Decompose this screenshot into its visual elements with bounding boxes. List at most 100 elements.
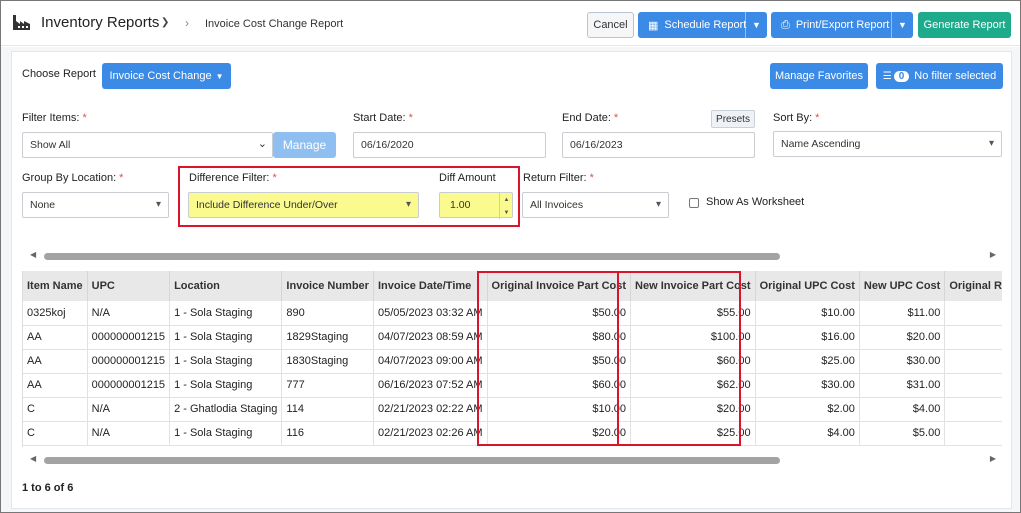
column-header[interactable]: Original Invoice Part Cost [487,271,632,301]
start-date-input[interactable]: 06/16/2020 [353,132,546,158]
chevron-down-icon[interactable]: ❯ [161,17,169,28]
calendar-icon: ▦ [648,19,659,32]
table-cell: 1 - Sola Staging [169,325,283,350]
table-cell: 1830Staging [281,349,374,374]
start-date-label: Start Date: * [353,112,413,124]
scroll-left-icon[interactable]: ◀ [30,250,36,259]
table-cell: 1829Staging [281,325,374,350]
table-row[interactable]: AA 000000001215 1 - Sola Staging 777 06/16/2… [23,373,1002,398]
column-header[interactable]: Invoice Number [281,271,374,301]
app-title[interactable]: Inventory Reports [41,14,159,31]
difference-filter-label: Difference Filter: * [189,172,277,184]
return-filter-value: All Invoices [530,199,584,211]
scroll-right-icon[interactable]: ▶ [990,250,996,259]
table-cell: 04/07/2023 09:00 AM [373,349,488,374]
table-cell: 000000001215 [87,349,171,374]
top-bar: Inventory Reports ❯ › Invoice Cost Chang… [1,1,1020,46]
table-cell: $60.00 [487,373,632,398]
table-cell: 116 [281,421,374,446]
table-row[interactable]: 0325koj N/A 1 - Sola Staging 890 05/05/2023 … [23,301,1002,326]
group-by-location-value: None [30,199,56,211]
show-as-worksheet-label[interactable]: Show As Worksheet [706,196,804,208]
column-header[interactable]: New Invoice Part Cost [630,271,756,301]
table-row[interactable]: C N/A 2 - Ghatlodia Staging 114 02/21/2023 0… [23,397,1002,422]
table-cell: $4.00 [755,421,860,446]
print-dropdown-chevron-icon[interactable]: ▼ [891,12,913,38]
table-cell: C [23,421,88,446]
table-cell: $11.00 [859,301,946,326]
table-cell: 000000001215 [87,373,171,398]
top-horizontal-scrollbar[interactable]: ◀ ▶ [22,248,1002,264]
column-header[interactable]: Original Retail P [944,271,1002,301]
table-cell: $20.00 [487,421,632,446]
presets-label: Presets [716,113,750,125]
manage-button[interactable]: Manage [273,132,336,158]
table-cell: AA [23,373,88,398]
scroll-right-icon[interactable]: ▶ [990,454,996,463]
table-cell: $30.00 [755,373,860,398]
end-date-input[interactable]: 06/16/2023 [562,132,755,158]
table-cell: $1 [944,421,1002,446]
group-by-location-label: Group By Location: * [22,172,124,184]
table-cell: AA [23,349,88,374]
table-cell: $10.00 [487,397,632,422]
column-header[interactable]: Invoice Date/Time [373,271,488,301]
column-header[interactable]: Item Name [23,271,88,301]
column-header[interactable]: Location [169,271,283,301]
schedule-dropdown-chevron-icon[interactable]: ▼ [745,12,767,38]
pagination-summary: 1 to 6 of 6 [22,482,74,494]
table-cell: $1 [944,397,1002,422]
generate-report-button[interactable]: Generate Report [918,12,1011,38]
diff-amount-stepper[interactable]: ▲ ▼ [499,193,513,219]
choose-report-dropdown[interactable]: Invoice Cost Change ▼ [102,63,231,89]
table-cell: $20.00 [859,325,946,350]
return-filter-select[interactable]: All Invoices [522,192,669,218]
chevron-down-icon: ⌄ [257,138,267,150]
difference-filter-select[interactable]: Include Difference Under/Over [188,192,419,218]
table-cell: 114 [281,397,374,422]
table-cell: $60.00 [630,349,756,374]
end-date-label: End Date: * [562,112,619,124]
choose-report-value: Invoice Cost Change [109,70,212,82]
table-row[interactable]: C N/A 1 - Sola Staging 116 02/21/2023 02:26 … [23,421,1002,446]
scrollbar-thumb[interactable] [44,253,780,260]
cancel-button[interactable]: Cancel [587,12,634,38]
column-header[interactable]: Original UPC Cost [755,271,860,301]
table-cell: $31.00 [859,373,946,398]
table-cell: $3 [944,373,1002,398]
table-cell: N/A [87,421,171,446]
sort-by-select[interactable]: Name Ascending [773,131,1002,157]
column-header[interactable]: New UPC Cost [859,271,946,301]
table-cell: 777 [281,373,374,398]
table-row[interactable]: AA 000000001215 1 - Sola Staging 1830Stagin… [23,349,1002,374]
manage-favorites-button[interactable]: Manage Favorites [770,63,868,89]
filter-items-select[interactable]: Show All ⌄ [22,132,273,158]
table-cell: 02/21/2023 02:22 AM [373,397,488,422]
table-row[interactable]: AA 000000001215 1 - Sola Staging 1829Stagin… [23,325,1002,350]
presets-button[interactable]: Presets [711,110,755,128]
table-cell: $50.00 [487,301,632,326]
caret-down-icon[interactable]: ▼ [504,210,510,216]
table-cell: $5.00 [859,421,946,446]
scroll-left-icon[interactable]: ◀ [30,454,36,463]
caret-up-icon[interactable]: ▲ [504,197,510,203]
filter-items-label: Filter Items: * [22,112,87,124]
print-export-button[interactable]: ⎙ Print/Export Report ▼ [771,12,913,38]
bottom-horizontal-scrollbar[interactable]: ◀ ▶ [22,452,1002,468]
report-table: Item Name UPC Location Invoice Number Invoic… [22,271,1002,447]
schedule-report-button[interactable]: ▦ Schedule Report ▼ [638,12,767,38]
show-as-worksheet-checkbox[interactable] [689,198,699,208]
scrollbar-thumb[interactable] [44,457,780,464]
table-cell: $100.00 [630,325,756,350]
table-cell: $10.00 [755,301,860,326]
table-cell: $25.00 [630,421,756,446]
table-header-row: Item Name UPC Location Invoice Number Invoic… [23,271,1002,301]
table-cell: 1 - Sola Staging [169,301,283,326]
column-header[interactable]: UPC [87,271,171,301]
group-by-location-select[interactable]: None [22,192,169,218]
breadcrumb: Invoice Cost Change Report [205,18,344,30]
table-cell: 890 [281,301,374,326]
table-cell: 1 - Sola Staging [169,349,283,374]
table-cell: $20.00 [630,397,756,422]
filter-status-button[interactable]: ☰ 0 No filter selected [876,63,1003,89]
